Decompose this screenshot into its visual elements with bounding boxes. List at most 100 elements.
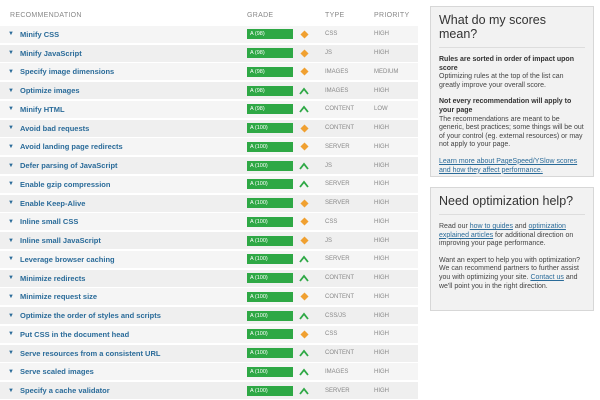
expand-caret-icon[interactable]: ▼ [8, 144, 14, 150]
recommendation-name[interactable]: Defer parsing of JavaScript [20, 161, 118, 170]
expand-caret-icon[interactable]: ▼ [8, 69, 14, 75]
contact-us-link[interactable]: Contact us [530, 274, 563, 281]
grade-cell: A (100) [247, 235, 325, 247]
table-row[interactable]: ▼ Put CSS in the document head A (100) CSS H… [0, 325, 418, 343]
expand-caret-icon[interactable]: ▼ [8, 125, 14, 131]
recommendation-name[interactable]: Minify HTML [20, 105, 65, 114]
table-row[interactable]: ▼ Avoid bad requests A (100) CONTENT HIGH [0, 119, 418, 137]
priority-cell: HIGH [374, 275, 389, 281]
help-text-1b: and [512, 223, 529, 230]
type-cell: CONTENT [325, 106, 354, 113]
recommendation-name[interactable]: Avoid landing page redirects [20, 142, 123, 151]
recommendation-name[interactable]: Enable Keep-Alive [20, 199, 85, 208]
recommendation-name[interactable]: Serve resources from a consistent URL [20, 349, 160, 358]
table-row[interactable]: ▼ Minimize redirects A (100) CONTENT HIGH [0, 269, 418, 287]
recommendation-name[interactable]: Minify CSS [20, 30, 59, 39]
grade-bar: A (98) [247, 48, 293, 58]
table-row[interactable]: ▼ Serve resources from a consistent URL A … [0, 344, 418, 362]
expand-caret-icon[interactable]: ▼ [8, 256, 14, 262]
table-row[interactable]: ▼ Minify CSS A (98) CSS HIGH [0, 25, 418, 43]
recommendation-name[interactable]: Enable gzip compression [20, 180, 110, 189]
help-panel-title: Need optimization help? [439, 194, 574, 208]
table-row[interactable]: ▼ Minify JavaScript A (98) JS HIGH [0, 44, 418, 62]
table-body: ▼ Minify CSS A (98) CSS HIGH ▼ Minify JavaScri… [0, 25, 418, 399]
recommendation-name[interactable]: Specify a cache validator [20, 386, 110, 395]
type-cell: IMAGES [325, 368, 349, 375]
table-row[interactable]: ▼ Avoid landing page redirects A (100) SERV… [0, 138, 418, 156]
trend-up-icon [298, 347, 310, 359]
priority-diamond-icon [298, 235, 310, 247]
scores-heading-1: Rules are sorted in order of impact upon… [439, 56, 574, 72]
trend-up-icon [298, 178, 310, 190]
header-type[interactable]: TYPE [325, 12, 374, 19]
expand-caret-icon[interactable]: ▼ [8, 238, 14, 244]
priority-cell: HIGH [374, 162, 389, 169]
recommendation-name[interactable]: Minimize redirects [20, 274, 85, 283]
grade-bar: A (100) [247, 123, 293, 133]
expand-caret-icon[interactable]: ▼ [8, 88, 14, 94]
recommendation-cell: ▼ Minimize redirects [0, 274, 247, 283]
trend-up-icon [298, 85, 310, 97]
learn-more-link[interactable]: Learn more about PageSpeed/YSlow scores … [439, 158, 577, 174]
expand-caret-icon[interactable]: ▼ [8, 350, 14, 356]
table-row[interactable]: ▼ Specify a cache validator A (100) SERVER H… [0, 382, 418, 399]
grade-bar: A (100) [247, 310, 293, 321]
table-row[interactable]: ▼ Enable Keep-Alive A (100) SERVER HIGH [0, 194, 418, 212]
expand-caret-icon[interactable]: ▼ [8, 181, 14, 187]
recommendation-name[interactable]: Inline small CSS [20, 217, 78, 226]
expand-caret-icon[interactable]: ▼ [8, 331, 14, 337]
recommendation-name[interactable]: Optimize the order of styles and scripts [20, 311, 161, 320]
expand-caret-icon[interactable]: ▼ [8, 313, 14, 319]
recommendation-name[interactable]: Serve scaled images [20, 367, 94, 376]
header-priority[interactable]: PRIORITY [374, 12, 418, 19]
table-row[interactable]: ▼ Defer parsing of JavaScript A (100) JS HIG… [0, 157, 418, 174]
expand-caret-icon[interactable]: ▼ [8, 50, 14, 56]
table-row[interactable]: ▼ Enable gzip compression A (100) SERVER HIG… [0, 175, 418, 193]
expand-caret-icon[interactable]: ▼ [8, 369, 14, 375]
recommendation-name[interactable]: Minify JavaScript [20, 49, 82, 58]
expand-caret-icon[interactable]: ▼ [8, 219, 14, 225]
recommendation-name[interactable]: Inline small JavaScript [20, 236, 101, 245]
expand-caret-icon[interactable]: ▼ [8, 275, 14, 281]
table-row[interactable]: ▼ Inline small JavaScript A (100) JS HIGH [0, 232, 418, 249]
recommendation-cell: ▼ Specify a cache validator [0, 386, 247, 395]
type-cell: SERVER [325, 181, 350, 188]
table-row[interactable]: ▼ Inline small CSS A (100) CSS HIGH [0, 213, 418, 231]
recommendation-name[interactable]: Put CSS in the document head [20, 330, 129, 339]
grade-bar: A (98) [247, 66, 293, 77]
grade-bar: A (100) [247, 198, 293, 208]
grade-bar: A (100) [247, 348, 293, 358]
recommendation-name[interactable]: Avoid bad requests [20, 124, 89, 133]
scores-panel: What do my scores mean? Rules are sorted… [430, 6, 594, 177]
grade-cell: A (100) [247, 385, 325, 397]
priority-diamond-icon [298, 197, 310, 209]
priority-cell: HIGH [374, 256, 389, 263]
table-row[interactable]: ▼ Serve scaled images A (100) IMAGES HIGH [0, 363, 418, 381]
table-row[interactable]: ▼ Leverage browser caching A (100) SERVER HI… [0, 250, 418, 268]
table-row[interactable]: ▼ Minify HTML A (98) CONTENT LOW [0, 100, 418, 118]
expand-caret-icon[interactable]: ▼ [8, 200, 14, 206]
expand-caret-icon[interactable]: ▼ [8, 31, 14, 37]
expand-caret-icon[interactable]: ▼ [8, 163, 14, 169]
priority-diamond-icon [298, 141, 310, 153]
expand-caret-icon[interactable]: ▼ [8, 294, 14, 300]
recommendation-name[interactable]: Minimize request size [20, 292, 97, 301]
type-cell: IMAGES [325, 87, 349, 94]
how-to-guides-link[interactable]: how to guides [470, 223, 513, 230]
header-recommendation[interactable]: RECOMMENDATION [0, 12, 247, 19]
recommendation-name[interactable]: Leverage browser caching [20, 255, 115, 264]
help-text-1a: Read our [439, 223, 470, 230]
table-row[interactable]: ▼ Minimize request size A (100) CONTENT HIGH [0, 288, 418, 306]
expand-caret-icon[interactable]: ▼ [8, 388, 14, 394]
table-row[interactable]: ▼ Specify image dimensions A (98) IMAGES MED… [0, 63, 418, 81]
table-row[interactable]: ▼ Optimize the order of styles and script… [0, 307, 418, 324]
grade-bar: A (100) [247, 366, 293, 377]
recommendation-name[interactable]: Specify image dimensions [20, 67, 114, 76]
recommendation-name[interactable]: Optimize images [20, 86, 80, 95]
expand-caret-icon[interactable]: ▼ [8, 106, 14, 112]
recommendation-cell: ▼ Inline small JavaScript [0, 236, 247, 245]
grade-bar: A (100) [247, 254, 293, 265]
grade-cell: A (98) [247, 85, 325, 97]
table-row[interactable]: ▼ Optimize images A (98) IMAGES HIGH [0, 82, 418, 99]
header-grade[interactable]: GRADE [247, 12, 325, 19]
